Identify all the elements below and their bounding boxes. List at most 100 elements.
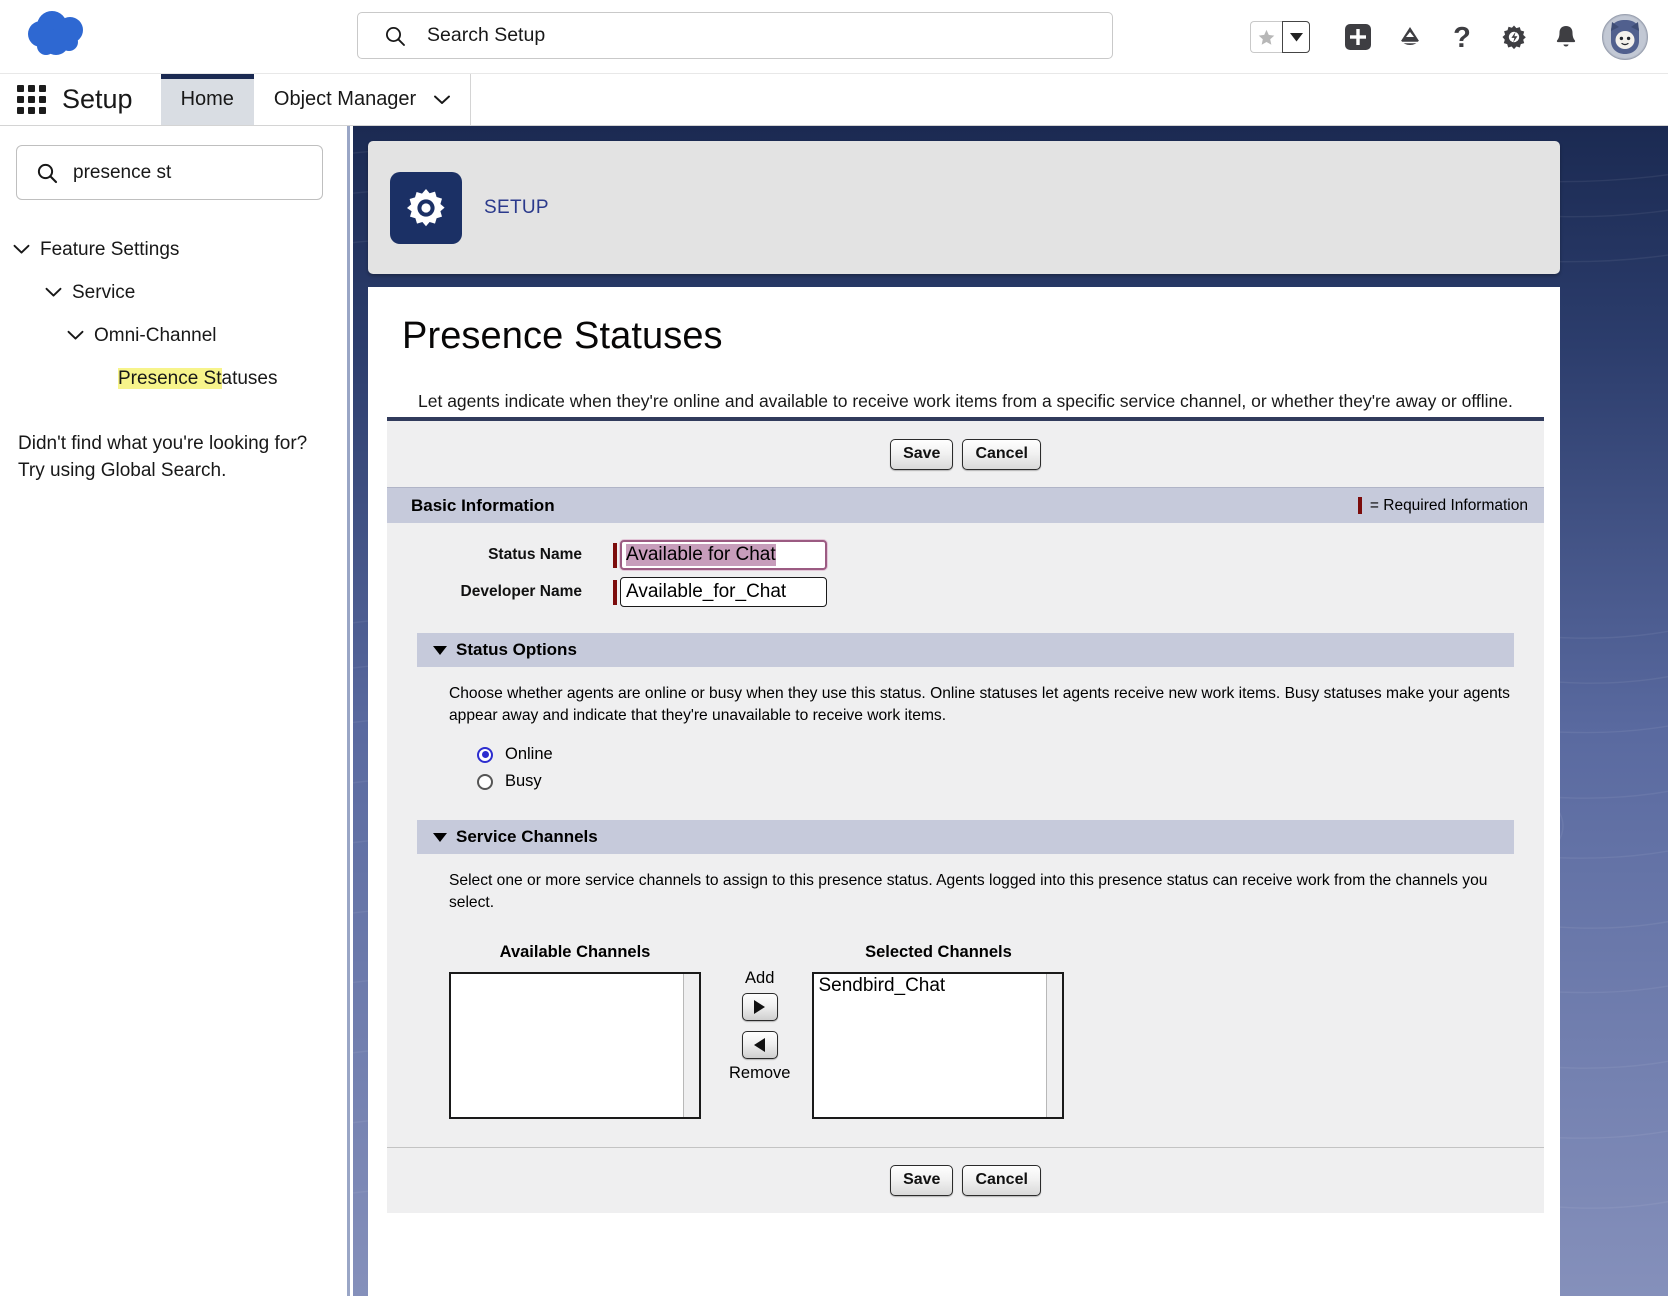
- radio-online[interactable]: Online: [477, 742, 1510, 767]
- status-name-value: Available for Chat: [626, 544, 776, 566]
- chevron-down-icon[interactable]: [1282, 21, 1310, 53]
- global-create-button[interactable]: [1332, 11, 1384, 63]
- sidebar-help-note-line2: Try using Global Search.: [18, 459, 227, 481]
- form-top-button-row: Save Cancel: [387, 421, 1544, 487]
- field-row-status-name: Status Name Available for Chat: [387, 533, 1544, 570]
- triangle-down-icon: [433, 832, 447, 842]
- required-information-legend: = Required Information: [1357, 497, 1528, 515]
- field-row-developer-name: Developer Name Available_for_Chat: [387, 570, 1544, 607]
- selected-channels-column: Selected Channels Sendbird_Chat: [812, 943, 1065, 1120]
- save-button-top[interactable]: Save: [890, 439, 954, 470]
- status-options-title: Status Options: [456, 640, 577, 659]
- setup-tree: Feature Settings Service Omni-Channel Pr…: [0, 228, 350, 400]
- service-channels-body: Select one or more service channels to a…: [387, 854, 1544, 913]
- presence-status-form: Save Cancel Basic Information = Required…: [387, 417, 1544, 1214]
- triangle-down-icon: [433, 645, 447, 655]
- sidebar-item-label-rest: atuses: [221, 367, 278, 389]
- setup-sidebar: presence st Feature Settings Service Omn…: [0, 126, 350, 1296]
- sidebar-item-presence-statuses[interactable]: Presence Statuses: [0, 357, 350, 400]
- cancel-button-bottom[interactable]: Cancel: [962, 1165, 1041, 1197]
- salesforce-cloud-logo[interactable]: [22, 6, 102, 64]
- sidebar-item-label: Feature Settings: [40, 238, 180, 260]
- add-channel-button[interactable]: [741, 993, 778, 1022]
- developer-name-input[interactable]: Available_for_Chat: [620, 577, 827, 607]
- search-icon: [36, 162, 58, 184]
- basic-information-section-header: Basic Information = Required Information: [387, 487, 1544, 523]
- body-area: presence st Feature Settings Service Omn…: [0, 126, 1668, 1296]
- favorites-group[interactable]: [1250, 21, 1310, 53]
- radio-busy-icon: [477, 773, 493, 790]
- chevron-down-icon: [434, 95, 451, 105]
- sidebar-item-label-highlight: Presence St: [118, 367, 222, 389]
- available-channels-label: Available Channels: [499, 943, 651, 962]
- radio-busy-label: Busy: [505, 772, 542, 791]
- remove-channel-button[interactable]: [741, 1031, 778, 1060]
- star-icon[interactable]: [1250, 21, 1282, 53]
- sidebar-help-note-line1: Didn't find what you're looking for?: [18, 433, 308, 454]
- radio-busy[interactable]: Busy: [477, 769, 1510, 794]
- app-name: Setup: [62, 84, 133, 114]
- remove-label: Remove: [729, 1064, 791, 1083]
- status-options-radio-group: Online Busy: [477, 742, 1510, 794]
- selected-channels-label: Selected Channels: [865, 943, 1012, 962]
- required-marker-icon: [613, 542, 617, 568]
- section-title: Basic Information: [411, 495, 555, 515]
- setup-card-label[interactable]: SETUP: [484, 197, 549, 219]
- gear-icon: [390, 171, 462, 244]
- quick-find-input[interactable]: presence st: [16, 145, 323, 200]
- bell-icon[interactable]: [1540, 11, 1592, 63]
- status-options-body: Choose whether agents are online or busy…: [387, 667, 1544, 794]
- tab-object-manager-label: Object Manager: [273, 88, 417, 110]
- status-name-label: Status Name: [488, 546, 582, 563]
- form-bottom-button-row: Save Cancel: [387, 1147, 1544, 1213]
- service-channels-section-header[interactable]: Service Channels: [417, 820, 1514, 855]
- setup-header-card: SETUP: [368, 141, 1560, 274]
- chevron-down-icon: [64, 330, 86, 341]
- status-name-input[interactable]: Available for Chat: [620, 540, 827, 570]
- tab-home[interactable]: Home: [160, 74, 255, 125]
- service-channels-dual-listbox: Available Channels Add Remove Selected C…: [387, 913, 1544, 1120]
- setup-content: SETUP Presence Statuses Let agents indic…: [353, 126, 1668, 1296]
- list-item[interactable]: Sendbird_Chat: [814, 974, 1062, 998]
- sidebar-item-omni-channel[interactable]: Omni-Channel: [0, 314, 350, 357]
- tab-object-manager[interactable]: Object Manager: [254, 74, 470, 125]
- page-description: Let agents indicate when they're online …: [418, 391, 1513, 411]
- sidebar-help-note: Didn't find what you're looking for? Try…: [18, 431, 338, 485]
- status-options-description: Choose whether agents are online or busy…: [449, 685, 1510, 724]
- header-actions: ?: [1250, 0, 1650, 74]
- required-marker-icon: [1357, 497, 1362, 514]
- page-title: Presence Statuses: [402, 315, 723, 357]
- save-button-bottom[interactable]: Save: [890, 1165, 954, 1197]
- available-channels-column: Available Channels: [449, 943, 701, 1120]
- cancel-button-top[interactable]: Cancel: [962, 439, 1041, 470]
- svg-text:?: ?: [1453, 22, 1471, 52]
- nav-tabs: Home Object Manager: [160, 74, 472, 125]
- add-label: Add: [745, 969, 775, 988]
- app-launcher-waffle-icon[interactable]: [0, 74, 62, 125]
- sidebar-item-label: Omni-Channel: [94, 324, 217, 346]
- search-setup-input[interactable]: Search Setup: [357, 12, 1113, 59]
- global-header: Search Setup ?: [0, 0, 1668, 74]
- service-channels-title: Service Channels: [456, 827, 598, 847]
- available-channels-scrollbar[interactable]: [683, 974, 699, 1118]
- selected-channels-listbox[interactable]: Sendbird_Chat: [812, 972, 1065, 1120]
- help-icon[interactable]: ?: [1436, 11, 1488, 63]
- required-marker-icon: [613, 579, 617, 605]
- trailhead-icon[interactable]: [1384, 11, 1436, 63]
- nav-divider: [470, 74, 472, 125]
- sidebar-item-feature-settings[interactable]: Feature Settings: [0, 228, 350, 271]
- available-channels-listbox[interactable]: [449, 972, 701, 1120]
- radio-online-label: Online: [505, 745, 553, 764]
- setup-nav-bar: Setup Home Object Manager: [0, 74, 1668, 126]
- tab-home-label: Home: [180, 88, 234, 110]
- chevron-down-icon: [42, 287, 64, 298]
- chevron-down-icon: [10, 244, 32, 255]
- avatar[interactable]: [1602, 14, 1648, 60]
- gear-icon[interactable]: [1488, 11, 1540, 63]
- selected-channels-scrollbar[interactable]: [1046, 974, 1063, 1118]
- status-options-section-header[interactable]: Status Options: [417, 633, 1514, 667]
- search-icon: [384, 25, 406, 47]
- developer-name-value: Available_for_Chat: [626, 581, 787, 602]
- arrow-left-icon: [754, 1038, 766, 1053]
- sidebar-item-service[interactable]: Service: [0, 271, 350, 314]
